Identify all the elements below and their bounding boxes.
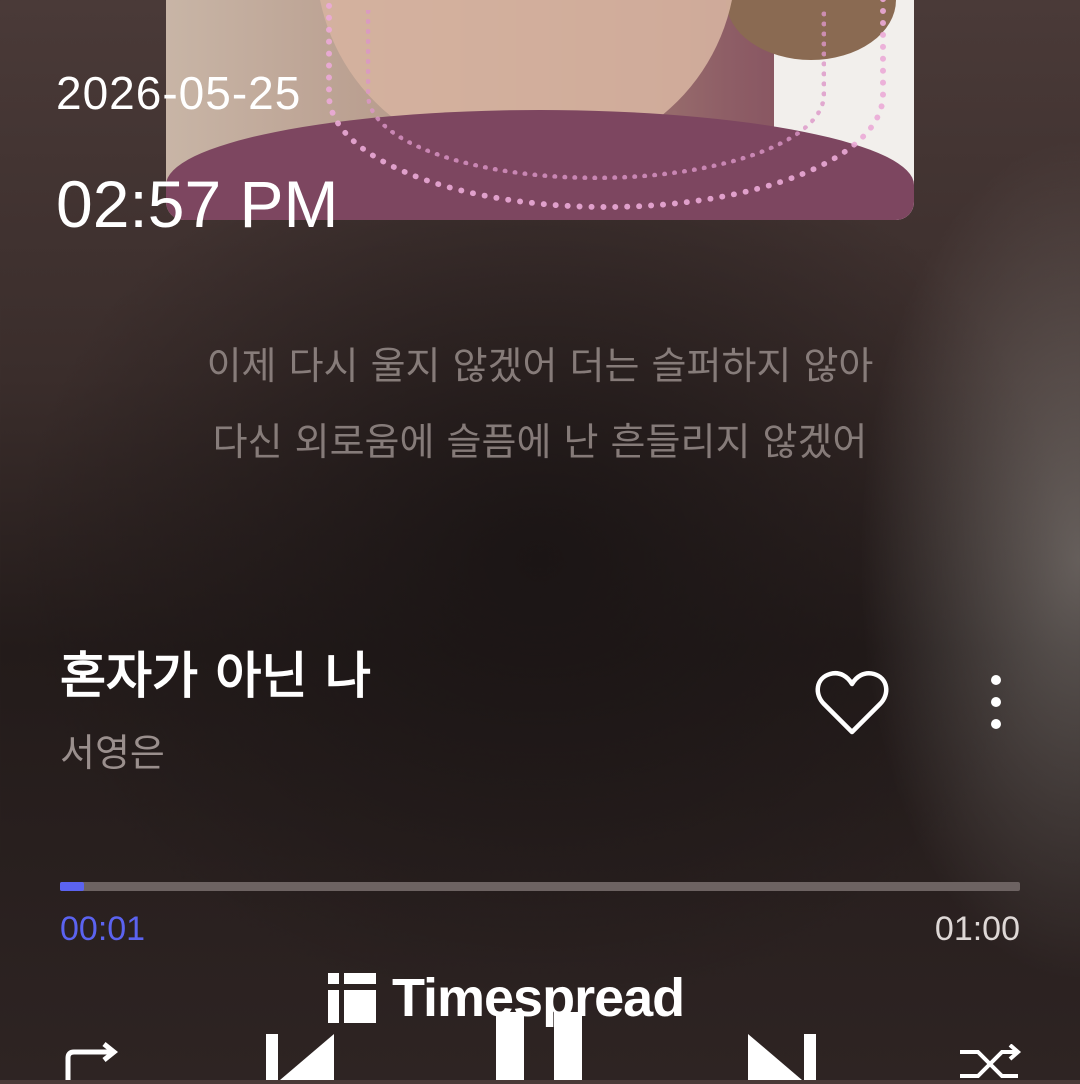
- next-icon: [748, 1034, 816, 1080]
- time-label: 02:57 PM: [56, 167, 339, 241]
- repeat-icon: [65, 1042, 119, 1080]
- elapsed-time: 00:01: [60, 910, 146, 948]
- previous-icon: [266, 1034, 334, 1080]
- progress-bar[interactable]: [60, 882, 1020, 891]
- previous-button[interactable]: [266, 1034, 336, 1080]
- heart-icon: [815, 671, 889, 735]
- watermark: Timespread: [328, 968, 685, 1028]
- watermark-text: Timespread: [392, 968, 685, 1028]
- date-label: 2026-05-25: [56, 67, 302, 119]
- shuffle-icon: [960, 1043, 1022, 1078]
- repeat-button[interactable]: [62, 1040, 122, 1080]
- more-vertical-icon: [991, 675, 1001, 729]
- artist-name[interactable]: 서영은: [60, 722, 165, 777]
- more-options-button[interactable]: [976, 672, 1016, 736]
- next-button[interactable]: [746, 1034, 816, 1080]
- progress-fill: [60, 882, 84, 891]
- like-button[interactable]: [814, 668, 890, 738]
- timespread-logo-icon: [328, 973, 376, 1023]
- lyrics-panel[interactable]: 이제 다시 울지 않겠어 더는 슬퍼하지 않아 다신 외로움에 슬픔에 난 흔들…: [0, 328, 1080, 480]
- track-title: 혼자가 아닌 나: [60, 647, 371, 705]
- shuffle-button[interactable]: [958, 1043, 1022, 1080]
- lyrics-line: 이제 다시 울지 않겠어 더는 슬퍼하지 않아: [206, 344, 874, 388]
- total-duration: 01:00: [934, 910, 1020, 948]
- lyrics-line: 다신 외로움에 슬픔에 난 흔들리지 않겠어: [212, 420, 868, 464]
